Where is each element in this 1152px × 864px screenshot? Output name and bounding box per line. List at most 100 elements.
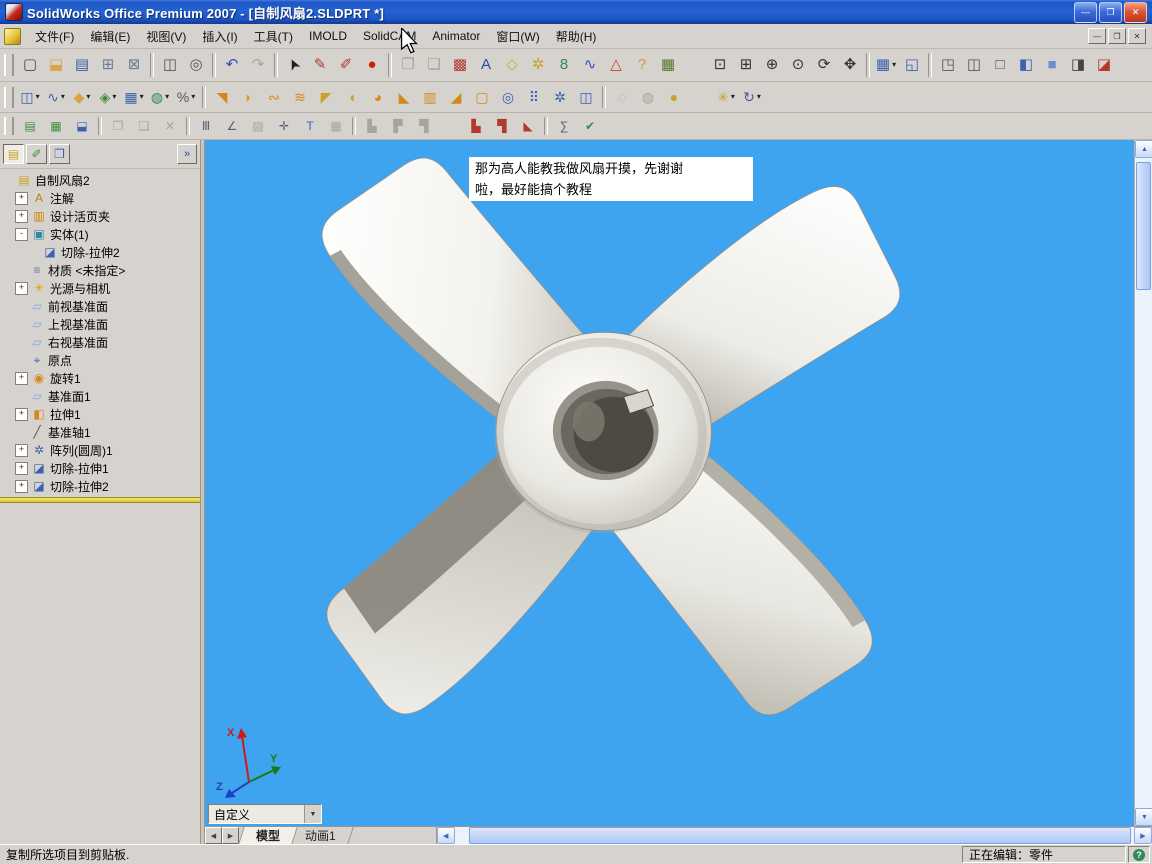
tree-item-extrude1[interactable]: + ◧ 拉伸1 bbox=[0, 405, 200, 423]
view-orientation-button[interactable]: ◱ bbox=[899, 50, 925, 80]
print-button[interactable]: ◫ bbox=[157, 50, 183, 80]
help-button[interactable]: ? bbox=[629, 50, 655, 80]
tree-item-axis1[interactable]: ╱ 基准轴1 bbox=[0, 423, 200, 441]
new-document-button[interactable]: ▢ bbox=[17, 50, 43, 80]
expand-icon[interactable]: + bbox=[15, 479, 28, 493]
scroll-right-icon[interactable]: ▶ bbox=[1134, 827, 1152, 844]
tree-item-revolve1[interactable]: + ◉ 旋转1 bbox=[0, 369, 200, 387]
tree-item-front-plane[interactable]: ▱ 前视基准面 bbox=[0, 297, 200, 315]
tab-next-button[interactable]: ▶ bbox=[222, 827, 239, 844]
tree-item-lights-cameras[interactable]: + ☀ 光源与相机 bbox=[0, 279, 200, 297]
expand-icon[interactable]: + bbox=[15, 371, 28, 385]
save-button[interactable]: ▤ bbox=[69, 50, 95, 80]
insert-row-button[interactable]: Ⅲ bbox=[193, 114, 219, 138]
collapse-icon[interactable]: - bbox=[15, 227, 28, 241]
menu-edit[interactable]: 编辑(E) bbox=[82, 25, 138, 48]
edit-color-button[interactable]: ● bbox=[661, 83, 687, 111]
zoom-in-out-button[interactable]: ⊕ bbox=[759, 50, 785, 80]
configuration-manager-tab[interactable]: ❒ bbox=[49, 144, 70, 164]
reference-geometry-button[interactable]: ◫ ▾ bbox=[17, 83, 43, 111]
note-annotation-button[interactable]: A bbox=[473, 50, 499, 80]
panel-expand-button[interactable]: » bbox=[177, 144, 197, 164]
menu-help[interactable]: 帮助(H) bbox=[548, 25, 605, 48]
menu-view[interactable]: 视图(V) bbox=[138, 25, 194, 48]
tree-item-design-binder[interactable]: + ▥ 设计活页夹 bbox=[0, 207, 200, 225]
view-orientation-combo[interactable]: 自定义 ▼ bbox=[208, 804, 322, 824]
note-text-button[interactable]: T bbox=[297, 114, 323, 138]
property-manager-tab[interactable]: ✐ bbox=[26, 144, 47, 164]
horizontal-scroll-track[interactable] bbox=[455, 827, 1134, 844]
scroll-up-icon[interactable]: ▲ bbox=[1135, 140, 1152, 158]
3d-sketch-button[interactable]: ✐ bbox=[333, 50, 359, 80]
viewport[interactable]: 那为高人能教我做风扇开摸，先谢谢 啦，最好能搞个教程 X Y Z 自定义 ▼ bbox=[205, 140, 1134, 826]
tree-item-top-plane[interactable]: ▱ 上视基准面 bbox=[0, 315, 200, 333]
zoom-to-area-button[interactable]: ⊞ bbox=[733, 50, 759, 80]
lofted-boss-button[interactable]: ≋ bbox=[287, 83, 313, 111]
toolbar-grip[interactable] bbox=[4, 53, 14, 77]
angle-dimension-button[interactable]: ∠ bbox=[219, 114, 245, 138]
chamfer-button[interactable]: ◣ bbox=[391, 83, 417, 111]
tree-item-circular-pattern1[interactable]: + ✲ 阵列(圆周)1 bbox=[0, 441, 200, 459]
equations-button[interactable]: ∑ bbox=[551, 114, 577, 138]
fillet-button[interactable]: ◕ bbox=[365, 83, 391, 111]
combo-dropdown-icon[interactable]: ▼ bbox=[304, 805, 321, 823]
options-button[interactable]: ▦ bbox=[655, 50, 681, 80]
tree-item-origin[interactable]: ⌖ 原点 bbox=[0, 351, 200, 369]
restore-button[interactable]: ❐ bbox=[1099, 1, 1122, 23]
toolbar-grip[interactable] bbox=[4, 116, 14, 136]
menu-file[interactable]: 文件(F) bbox=[27, 25, 82, 48]
expand-icon[interactable]: + bbox=[15, 191, 28, 205]
sketch-button[interactable]: ✎ bbox=[307, 50, 333, 80]
zoom-to-fit-button[interactable]: ⊡ bbox=[707, 50, 733, 80]
sketch-dropdown-button[interactable]: ◆ ▾ bbox=[69, 83, 95, 111]
print-preview-button[interactable]: ◎ bbox=[183, 50, 209, 80]
curves-button[interactable]: ∿ ▾ bbox=[43, 83, 69, 111]
shaded-button[interactable]: ■ bbox=[1039, 50, 1065, 80]
standard-views-button[interactable]: ▦ ▾ bbox=[873, 50, 899, 80]
select-button[interactable]: ➤ bbox=[281, 50, 307, 80]
center-mark-button[interactable]: ✛ bbox=[271, 114, 297, 138]
dimensions-relations-button[interactable]: % ▾ bbox=[173, 83, 199, 111]
expand-icon[interactable]: + bbox=[15, 281, 28, 295]
scroll-left-icon[interactable]: ◀ bbox=[436, 827, 455, 844]
simulationxpress-button[interactable]: △ bbox=[603, 50, 629, 80]
design-check-button[interactable]: ✔ bbox=[577, 114, 603, 138]
hidden-lines-visible-button[interactable]: ◫ bbox=[961, 50, 987, 80]
toolbar-grip[interactable] bbox=[4, 86, 14, 108]
fan-model[interactable] bbox=[205, 140, 1134, 826]
extruded-boss-button[interactable]: ◥ bbox=[209, 83, 235, 111]
shadows-in-shaded-mode-button[interactable]: ◨ bbox=[1065, 50, 1091, 80]
solidcam-tools-button[interactable]: 8 bbox=[551, 50, 577, 80]
menu-window[interactable]: 窗口(W) bbox=[488, 25, 547, 48]
close-button[interactable]: ✕ bbox=[1124, 1, 1147, 23]
shell-button[interactable]: ▢ bbox=[469, 83, 495, 111]
structural-member-button[interactable]: ▜ bbox=[489, 114, 515, 138]
tree-item-cut-extrude2[interactable]: + ◪ 切除-拉伸2 bbox=[0, 477, 200, 495]
gusset-button[interactable]: ◣ bbox=[515, 114, 541, 138]
expand-icon[interactable]: + bbox=[15, 209, 28, 223]
tab-animation1[interactable]: 动画1 bbox=[287, 827, 354, 844]
swept-boss-button[interactable]: ∾ bbox=[261, 83, 287, 111]
tab-prev-button[interactable]: ◀ bbox=[205, 827, 222, 844]
tree-item-right-plane[interactable]: ▱ 右视基准面 bbox=[0, 333, 200, 351]
mdi-restore-button[interactable]: ❐ bbox=[1108, 28, 1126, 44]
edit-appearance-button[interactable]: ▩ bbox=[447, 50, 473, 80]
flex-button[interactable]: ↻ ▾ bbox=[739, 83, 765, 111]
make-drawing-from-part-button[interactable]: ⊞ bbox=[95, 50, 121, 80]
weldment-button[interactable]: ▙ bbox=[463, 114, 489, 138]
expand-icon[interactable]: + bbox=[15, 407, 28, 421]
tab-model[interactable]: 模型 bbox=[238, 827, 298, 844]
mdi-minimize-button[interactable]: — bbox=[1088, 28, 1106, 44]
new-sheet-button[interactable]: ▤ bbox=[17, 114, 43, 138]
menu-imold[interactable]: IMOLD bbox=[301, 26, 355, 46]
extruded-cut-button[interactable]: ◤ bbox=[313, 83, 339, 111]
make-assembly-from-part-button[interactable]: ⊠ bbox=[121, 50, 147, 80]
linear-pattern-button[interactable]: ⠿ bbox=[521, 83, 547, 111]
wireframe-button[interactable]: ◳ bbox=[935, 50, 961, 80]
mold-tools-button[interactable]: ◍ ▾ bbox=[147, 83, 173, 111]
menu-solidcam[interactable]: SolidCAM bbox=[355, 26, 424, 46]
geometric-tolerance-button[interactable]: ◇ bbox=[499, 50, 525, 80]
vertical-scrollbar[interactable]: ▲ ▼ bbox=[1134, 140, 1152, 826]
menu-animator[interactable]: Animator bbox=[424, 26, 488, 46]
deform-button[interactable]: ✳ ▾ bbox=[713, 83, 739, 111]
